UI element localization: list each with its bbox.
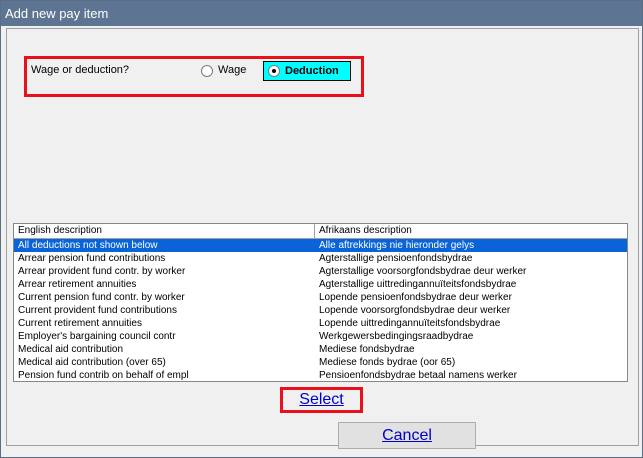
english-description: Current pension fund contr. by worker [18,292,185,303]
deduction-option[interactable]: Deduction [263,61,351,81]
deduction-radio[interactable] [268,65,280,77]
wage-deduction-question: Wage or deduction? [31,64,130,76]
deduction-radio-label[interactable]: Deduction [285,65,339,77]
list-item[interactable]: Arrear pension fund contributions Agterst… [14,252,627,265]
title-bar[interactable]: Add new pay item [1,1,642,26]
afrikaans-description: Lopende voorsorgfondsbydrae deur werker [319,305,511,316]
afrikaans-description: Mediese fondsbydrae [319,344,415,355]
english-description: All deductions not shown below [18,240,158,251]
cancel-button[interactable]: Cancel [338,422,476,449]
afrikaans-description: Alle aftrekkings nie hieronder gelys [319,240,475,251]
list-header: English description Afrikaans descriptio… [14,224,627,239]
wage-radio-label[interactable]: Wage [218,64,246,76]
window-title: Add new pay item [5,6,109,21]
list-item[interactable]: Current provident fund contributions Lope… [14,304,627,317]
list-item[interactable]: Arrear retirement annuities Agterstallige… [14,278,627,291]
select-highlight: Select [280,387,363,413]
english-description: Employer's bargaining council contr [18,331,176,342]
list-item[interactable]: Medical aid contribution Mediese fondsbyd… [14,343,627,356]
select-button[interactable]: Select [283,390,360,410]
list-item[interactable]: Current retirement annuities Lopende uitt… [14,317,627,330]
afrikaans-description: Agterstallige uittredingannuïteitsfondsb… [319,279,517,290]
wage-radio[interactable] [201,65,213,77]
afrikaans-description: Werkgewersbedingingsraadbydrae [319,331,474,342]
afrikaans-description: Pensioenfondsbydrae betaal namens werker [319,370,517,381]
list-item[interactable]: All deductions not shown below Alle aftre… [14,239,627,252]
list-rows: All deductions not shown below Alle aftre… [14,239,627,381]
english-description: Current provident fund contributions [18,305,177,316]
list-item[interactable]: Employer's bargaining council contr Werkg… [14,330,627,343]
afrikaans-description: Agterstallige pensioenfondsbydrae [319,253,473,264]
english-description: Arrear pension fund contributions [18,253,166,264]
list-item[interactable]: Current pension fund contr. by worker Lop… [14,291,627,304]
column-header-afrikaans[interactable]: Afrikaans description [315,224,627,238]
afrikaans-description: Mediese fonds bydrae (oor 65) [319,357,456,368]
list-item[interactable]: Medical aid contribution (over 65) Medies… [14,356,627,369]
add-pay-item-dialog: Add new pay item Wage or deduction? Wage… [0,0,643,458]
radio-selected-dot [272,69,276,73]
list-item[interactable]: Arrear provident fund contr. by worker Ag… [14,265,627,278]
afrikaans-description: Lopende uittredingannuïteitsfondsbydrae [319,318,501,329]
english-description: Current retirement annuities [18,318,142,329]
afrikaans-description: Agterstallige voorsorgfondsbydrae deur w… [319,266,527,277]
english-description: Medical aid contribution (over 65) [18,357,166,368]
afrikaans-description: Lopende pensioenfondsbydrae deur werker [319,292,512,303]
list-item[interactable]: Pension fund contrib on behalf of empl Pe… [14,369,627,381]
english-description: Arrear retirement annuities [18,279,137,290]
column-header-english[interactable]: English description [14,224,315,238]
pay-item-list[interactable]: English description Afrikaans descriptio… [13,223,628,382]
english-description: Arrear provident fund contr. by worker [18,266,186,277]
english-description: Medical aid contribution [18,344,124,355]
english-description: Pension fund contrib on behalf of empl [18,370,189,381]
